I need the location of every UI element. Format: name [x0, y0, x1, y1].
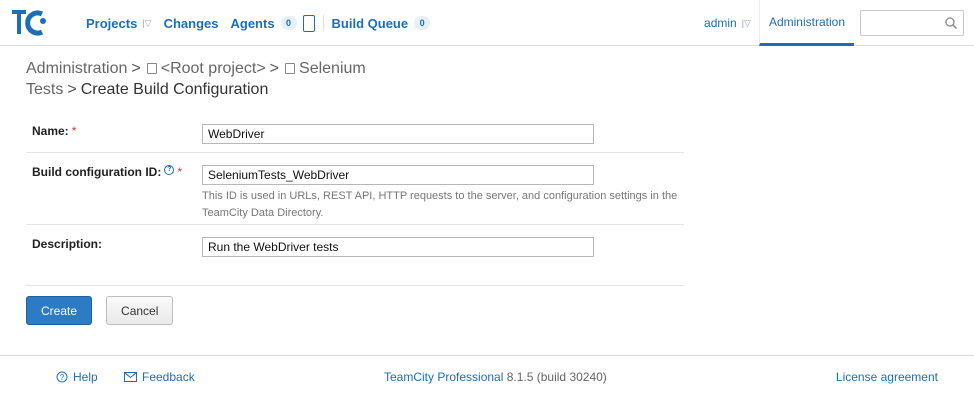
username: admin: [704, 16, 737, 30]
cancel-button[interactable]: Cancel: [106, 296, 174, 325]
chevron-down-icon[interactable]: |▽: [142, 18, 151, 29]
user-nav: admin |▽ Administration: [704, 0, 974, 46]
page-title: Create Build Configuration: [80, 81, 269, 98]
nav-agents[interactable]: Agents 0: [224, 14, 320, 32]
form-row-build-config-id: Build configuration ID:?* This ID is use…: [26, 152, 684, 224]
main-nav: Projects |▽ Changes Agents 0 Build Queue…: [80, 0, 436, 46]
chevron-down-icon[interactable]: |▽: [742, 18, 751, 29]
svg-text:?: ?: [60, 373, 65, 382]
version-text: 8.1.5 (build 30240): [506, 370, 607, 384]
build-config-id-field[interactable]: [202, 165, 594, 185]
form-row-description: Description:: [26, 224, 684, 286]
tab-administration[interactable]: Administration: [758, 0, 854, 46]
build-config-id-field-cell: This ID is used in URLs, REST API, HTTP …: [202, 153, 682, 224]
description-label: Description:: [32, 237, 103, 251]
footer-feedback-link[interactable]: Feedback: [124, 370, 195, 384]
help-icon[interactable]: ?: [164, 165, 175, 175]
nav-divider: [322, 15, 324, 31]
license-agreement-link[interactable]: License agreement: [836, 370, 938, 384]
nav-changes-label: Changes: [163, 15, 219, 31]
project-icon: [146, 63, 157, 74]
chevron-right-icon: >: [67, 81, 77, 98]
nav-agents-label: Agents: [230, 15, 275, 31]
name-label: Name:: [32, 124, 69, 138]
search-icon[interactable]: [944, 16, 958, 30]
footer-help-label: Help: [73, 370, 98, 384]
nav-build-queue[interactable]: Build Queue 0: [326, 16, 437, 31]
user-menu[interactable]: admin |▽: [704, 16, 759, 30]
required-mark: *: [71, 124, 77, 138]
description-field-cell: [202, 225, 594, 285]
description-label-cell: Description:: [26, 225, 202, 285]
footer-help-link[interactable]: ? Help: [56, 370, 98, 384]
top-navigation-bar: Projects |▽ Changes Agents 0 Build Queue…: [0, 0, 974, 46]
agent-status-icon: [302, 14, 315, 32]
nav-projects-label: Projects: [86, 15, 138, 31]
product-link[interactable]: TeamCity Professional: [384, 370, 503, 384]
build-config-id-note: This ID is used in URLs, REST API, HTTP …: [202, 190, 678, 219]
required-mark: *: [177, 165, 182, 179]
create-build-config-form: Name:* Build configuration ID:?* This ID…: [26, 112, 684, 286]
breadcrumb-root-project[interactable]: <Root project>: [161, 60, 266, 77]
teamcity-logo[interactable]: [10, 8, 66, 38]
name-field[interactable]: [202, 124, 594, 144]
build-config-id-label-cell: Build configuration ID:? *: [26, 153, 202, 224]
chevron-right-icon: >: [131, 60, 141, 77]
build-queue-count-badge: 0: [414, 16, 431, 30]
chevron-right-icon: >: [269, 60, 280, 77]
agents-count-badge: 0: [280, 16, 297, 30]
project-icon: [285, 63, 296, 74]
footer-feedback-label: Feedback: [142, 370, 195, 384]
breadcrumb: Administration > <Root project> > Selenium T…: [26, 58, 446, 100]
form-row-name: Name: *: [26, 112, 684, 152]
name-field-cell: [202, 112, 594, 152]
description-field[interactable]: [202, 237, 594, 257]
name-label-cell: Name: *: [26, 112, 202, 152]
footer: ? Help Feedback TeamCity Professional 8.…: [0, 355, 974, 396]
envelope-icon: [124, 372, 137, 382]
form-actions: Create Cancel: [26, 296, 174, 325]
nav-build-queue-label: Build Queue: [331, 15, 409, 31]
create-button[interactable]: Create: [26, 296, 93, 325]
footer-version: TeamCity Professional 8.1.5 (build 30240…: [384, 370, 607, 384]
build-config-id-label: Build configuration ID:: [32, 165, 162, 179]
nav-projects[interactable]: Projects |▽: [80, 16, 158, 31]
nav-changes[interactable]: Changes: [158, 16, 225, 31]
help-circle-icon: ?: [56, 371, 68, 383]
search-box[interactable]: [860, 10, 964, 36]
breadcrumb-administration[interactable]: Administration: [26, 60, 127, 77]
